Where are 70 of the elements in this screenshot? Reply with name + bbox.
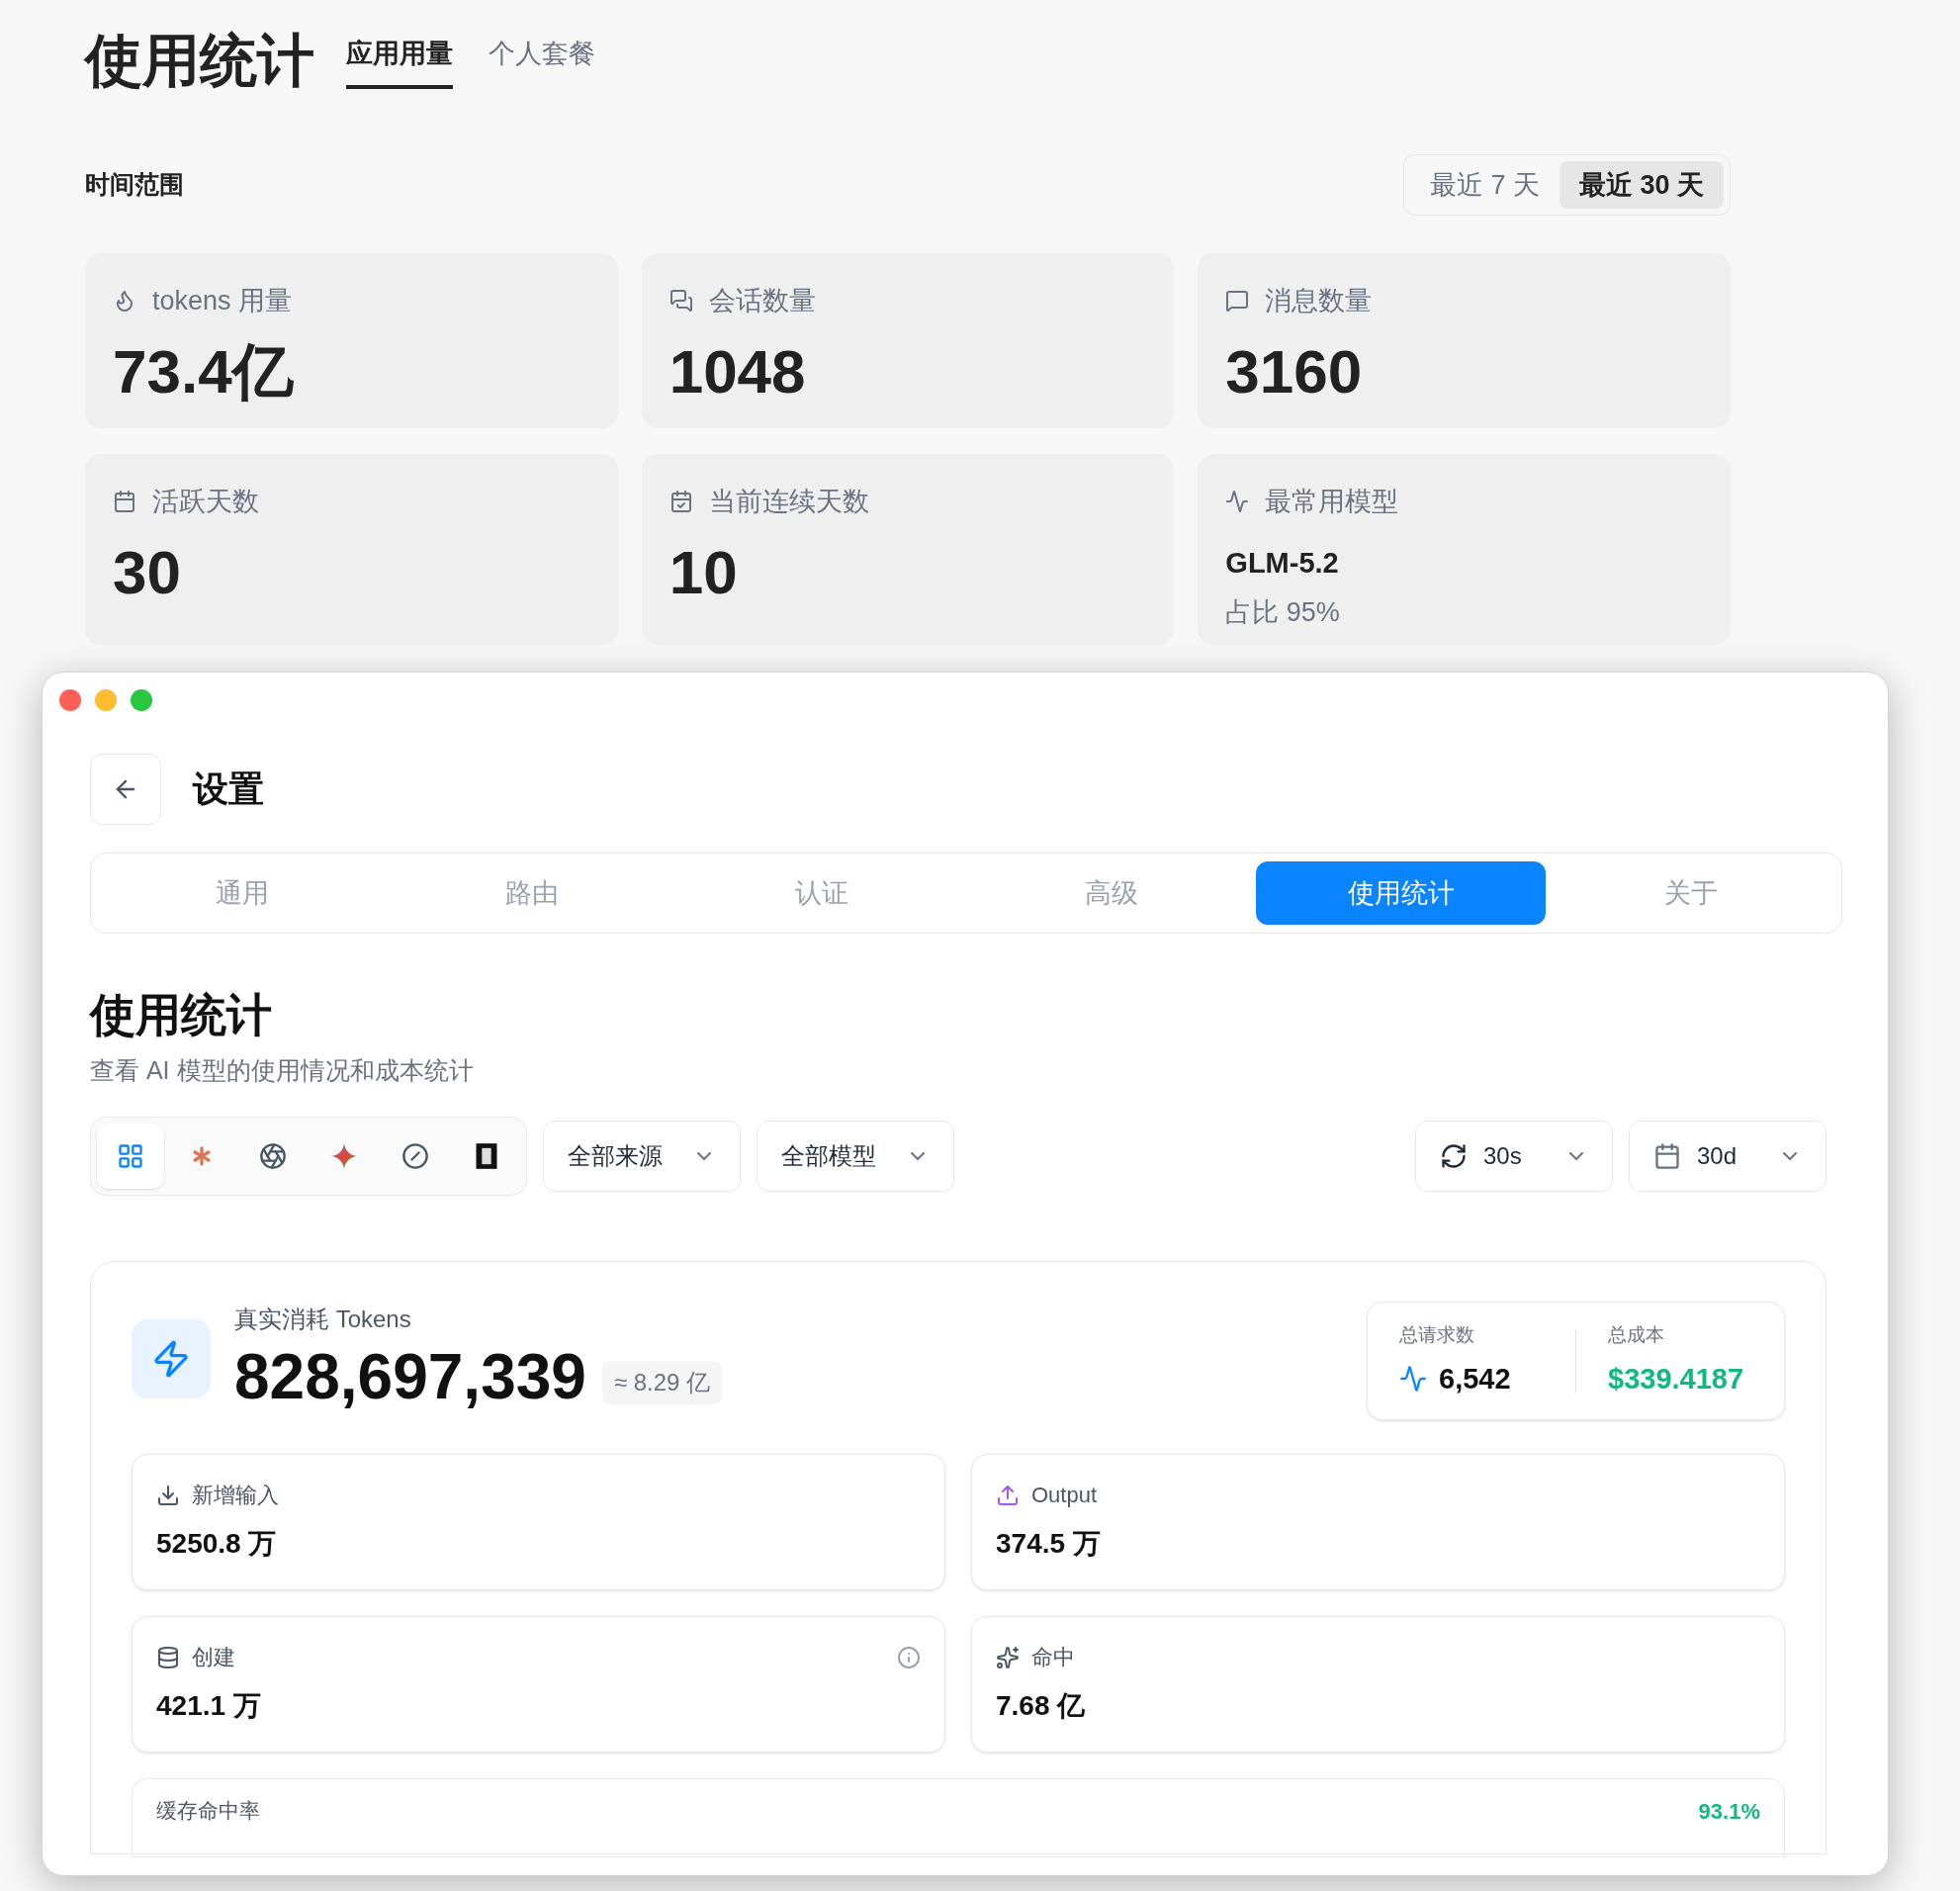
circle-slash-icon — [401, 1142, 429, 1170]
settings-tab[interactable]: 路由 — [387, 861, 676, 925]
calendar-icon — [1653, 1142, 1681, 1170]
knot-icon — [259, 1142, 287, 1170]
section-heading: 使用统计 — [90, 988, 273, 1042]
page-tab[interactable]: 应用用量 — [346, 33, 453, 89]
summary-value: 828,697,339 — [234, 1340, 586, 1414]
source-dropdown[interactable]: 全部来源 — [543, 1121, 741, 1192]
page-title: 使用统计 — [85, 32, 314, 89]
requests-label: 总请求数 — [1399, 1323, 1475, 1347]
window-title: 设置 — [193, 767, 264, 811]
refresh-icon — [1440, 1142, 1468, 1170]
minimize-window-button[interactable] — [95, 689, 117, 711]
metric-value: 5250.8 万 — [156, 1527, 278, 1561]
metric-label: 命中 — [1031, 1644, 1075, 1671]
sparkles-icon — [996, 1645, 1020, 1669]
metric-value: 421.1 万 — [156, 1689, 262, 1723]
stat-label: 最常用模型 — [1265, 486, 1399, 518]
pulse-icon — [1399, 1365, 1427, 1394]
time-range-option[interactable]: 最近 7 天 — [1409, 161, 1559, 209]
cost-label: 总成本 — [1608, 1323, 1665, 1347]
info-icon[interactable] — [897, 1645, 921, 1669]
stat-label: 消息数量 — [1265, 285, 1373, 317]
stat-note: 占比 95% — [1225, 596, 1341, 629]
approx-value-tag: ≈ 8.29 亿 — [601, 1361, 723, 1404]
model-dropdown[interactable]: 全部模型 — [757, 1121, 954, 1192]
stat-value: 73.4亿 — [113, 335, 295, 407]
cost-value: $339.4187 — [1608, 1361, 1745, 1396]
settings-tab[interactable]: 通用 — [97, 861, 387, 925]
download-icon — [156, 1483, 180, 1507]
metric-value: 374.5 万 — [996, 1527, 1102, 1561]
stat-value: 1048 — [668, 335, 807, 407]
calendar-icon — [113, 490, 136, 514]
settings-tab[interactable]: 认证 — [676, 861, 966, 925]
requests-value: 6,542 — [1439, 1361, 1511, 1396]
zoom-window-button[interactable] — [131, 689, 152, 711]
chat-bubble-icon — [1225, 289, 1250, 314]
settings-tab[interactable]: 高级 — [966, 861, 1256, 925]
stat-label: 当前连续天数 — [708, 486, 869, 518]
pulse-icon — [1225, 490, 1250, 514]
stat-label: tokens 用量 — [152, 285, 293, 317]
stat-value: 30 — [113, 536, 182, 608]
stat-value: 10 — [668, 536, 739, 608]
stat-value: GLM-5.2 — [1225, 545, 1340, 581]
page-tab[interactable]: 个人套餐 — [489, 33, 595, 89]
metric-label: 新增输入 — [192, 1482, 279, 1509]
close-window-button[interactable] — [59, 689, 81, 711]
refresh-interval-dropdown[interactable]: 30s — [1415, 1121, 1613, 1192]
grid-icon — [117, 1142, 144, 1170]
hit-rate-value: 93.1% — [1698, 1798, 1760, 1826]
stat-label: 活跃天数 — [152, 486, 259, 518]
settings-tab[interactable]: 关于 — [1546, 861, 1835, 925]
time-range-option[interactable]: 最近 30 天 — [1559, 161, 1724, 209]
time-range-label: 时间范围 — [85, 169, 184, 201]
date-range-dropdown[interactable]: 30d — [1629, 1121, 1826, 1192]
calendar-check-icon — [668, 490, 693, 514]
hit-rate-label: 缓存命中率 — [156, 1798, 260, 1824]
metric-value: 7.68 亿 — [996, 1689, 1087, 1723]
metric-label: Output — [1031, 1482, 1098, 1509]
upload-icon — [996, 1483, 1020, 1507]
metric-label: 创建 — [192, 1644, 235, 1671]
database-icon — [156, 1645, 180, 1669]
stat-label: 会话数量 — [708, 285, 816, 317]
lightning-icon — [151, 1339, 191, 1379]
section-subtitle: 查看 AI 模型的使用情况和成本统计 — [90, 1054, 475, 1086]
settings-tab[interactable]: 使用统计 — [1256, 861, 1546, 925]
summary-label: 真实消耗 Tokens — [234, 1305, 412, 1334]
chat-bubbles-icon — [668, 289, 693, 314]
sparkle-icon — [330, 1142, 358, 1170]
stat-value: 3160 — [1225, 335, 1364, 407]
